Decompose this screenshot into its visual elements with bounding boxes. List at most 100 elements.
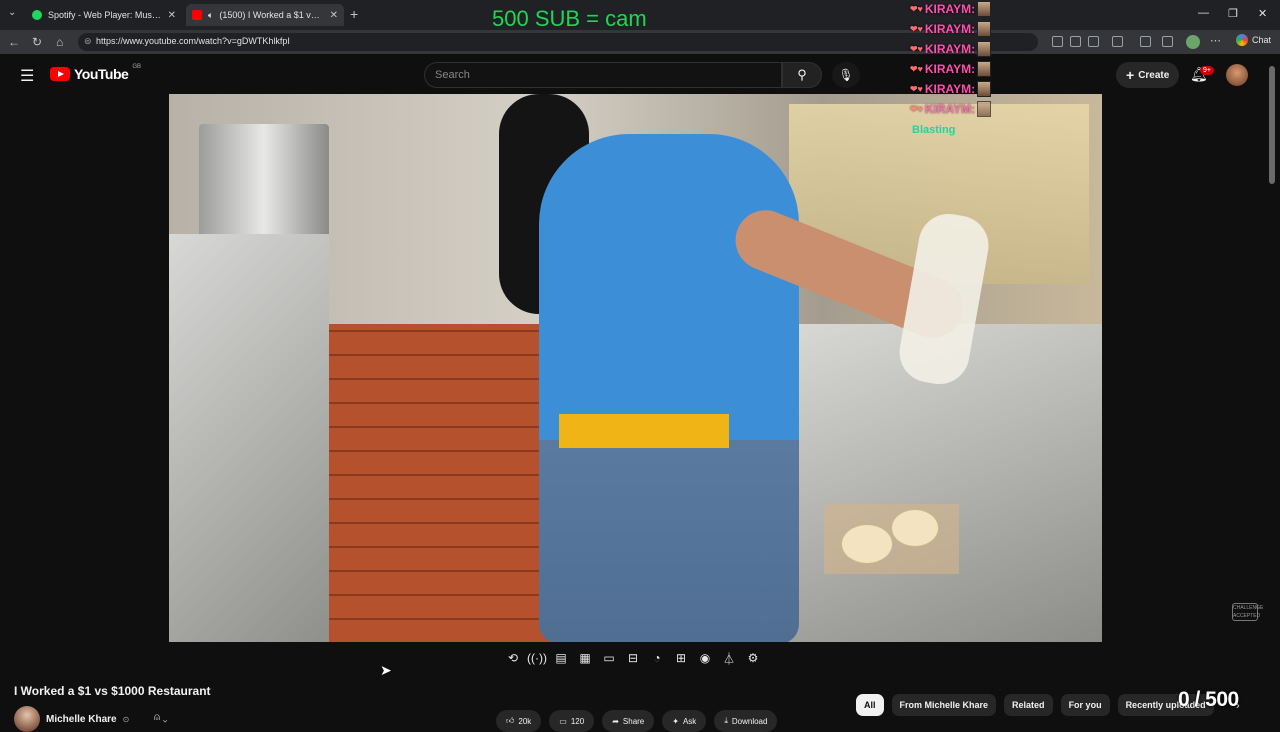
experiment-icon[interactable]: ⏃ [720,648,738,668]
stream-goal-overlay: 500 SUB = cam [492,6,647,31]
youtube-logo[interactable]: YouTube GB [50,64,141,82]
tab-youtube[interactable]: 🔈︎ (1500) I Worked a $1 vs $1000 Resta..… [186,4,344,26]
tab-title: (1500) I Worked a $1 vs $1000 Resta... [219,10,323,20]
extension-icon[interactable] [1052,36,1063,47]
favorites-icon[interactable] [1162,36,1173,47]
create-label: Create [1138,69,1170,81]
subtitles-icon[interactable]: ▤ [552,648,570,668]
search-input[interactable] [435,69,755,81]
browser-toolbar: ← ↻ ⌂ ⊜ https://www.youtube.com/watch?v=… [0,30,1280,54]
more-icon[interactable]: ⋯ [1210,34,1221,47]
new-tab-icon[interactable]: + [350,6,358,22]
emote-icon [977,1,992,17]
search-button[interactable]: ⚲ [782,62,822,88]
channel-avatar[interactable] [14,706,40,732]
share-button[interactable]: ➦ Share [602,710,655,732]
chat-label: Chat [1252,35,1272,45]
screenshot-icon[interactable]: ◉ [696,648,714,668]
audio-icon[interactable]: ((·)) [527,648,547,668]
close-window-icon[interactable]: ✕ [1258,7,1267,20]
share-icon: ➦ [612,716,619,726]
settings-icon[interactable]: ⚙ [744,648,762,668]
speed-icon[interactable]: ◔ [648,648,666,668]
create-button[interactable]: + Create [1116,62,1180,88]
subscription-bell-icon[interactable]: ⍝ ⌄ [154,712,168,723]
chat-username: KIRAYM: [924,22,976,36]
heart-icon: ❤♥ [910,103,923,114]
emote-icon [977,21,992,37]
download-button[interactable]: ⤓ Download [714,710,778,732]
copilot-chat-button[interactable]: Chat [1236,34,1271,46]
chat-username: KIRAYM: [924,62,976,76]
chat-username-green: Blasting [912,124,956,136]
reload-icon[interactable]: ↻ [32,35,42,49]
bookmark-icon[interactable] [1088,36,1099,47]
chat-line: ❤♥ KIRAYM: [910,100,992,118]
chip-from-channel[interactable]: From Michelle Khare [891,694,997,716]
channel-row: Michelle Khare ⊙ [14,706,129,732]
heart-icon: ❤♥ [910,43,923,54]
share-label: Share [622,716,645,726]
search-icon: ⚲ [797,67,807,82]
recommendation-chips: All From Michelle Khare Related For you … [856,694,1214,716]
chat-line: ❤♥ KIRAYM: [910,60,992,78]
extension-icon[interactable] [1070,36,1081,47]
chip-all[interactable]: All [856,694,884,716]
video-title: I Worked a $1 vs $1000 Restaurant [14,684,211,698]
ask-button[interactable]: ✦ Ask [662,710,707,732]
close-tab-icon[interactable]: ✕ [168,10,176,21]
extension-icon[interactable] [1112,36,1123,47]
video-player[interactable] [169,94,1102,642]
ask-label: Ask [682,716,697,726]
voice-search-button[interactable]: 🎙︎ [832,62,860,88]
chat-username: KIRAYM: [924,102,976,116]
chat-line: ❤♥ KIRAYM: [910,40,992,58]
spotify-icon [32,10,42,20]
channel-watermark[interactable]: CHALLENGE ACCEPTED [1232,603,1263,621]
home-icon[interactable]: ⌂ [56,35,63,49]
heart-icon: ❤♥ [910,3,923,14]
back-icon[interactable]: ← [8,35,20,49]
site-info-icon[interactable]: ⊜ [84,36,92,47]
minimize-icon[interactable]: — [1198,7,1209,19]
chat-line: ❤♥ KIRAYM: [910,80,992,98]
chip-related[interactable]: Related [1004,694,1053,716]
miniplayer-icon[interactable]: ⊟ [624,648,642,668]
scrollbar-thumb[interactable] [1269,66,1275,184]
copilot-icon [1236,34,1248,46]
channel-name[interactable]: Michelle Khare [46,714,117,725]
page-scrollbar[interactable] [1268,60,1276,720]
like-icon: 👍︎ [506,716,515,725]
profile-icon[interactable] [1186,35,1200,49]
add-icon[interactable]: ⊞ [672,648,690,668]
subscriber-goal-counter: 0 / 500 [1178,688,1239,711]
heart-icon: ❤♥ [910,63,923,74]
clip-icon[interactable]: ▦ [576,648,594,668]
emote-icon [977,101,992,117]
speaker-icon[interactable]: 🔈︎ [208,10,213,21]
loop-icon[interactable]: ⟲ [504,648,522,668]
extension-icon[interactable] [1140,36,1151,47]
chat-line: ❤♥ KIRAYM: [910,0,992,18]
microphone-icon: 🎙︎ [838,68,854,82]
close-tab-icon[interactable]: ✕ [330,10,338,21]
search-box [424,62,782,88]
chat-username: KIRAYM: [924,2,976,16]
plus-icon: + [1126,67,1135,83]
theater-icon[interactable]: ▭ [600,648,618,668]
comment-icon: ▭ [559,716,567,726]
hamburger-menu-icon[interactable]: ☰ [20,66,34,86]
tab-spotify[interactable]: Spotify - Web Player: Music for ev... ✕ [26,4,182,26]
like-button[interactable]: 👍︎ 20k [496,710,542,732]
like-count: 20k [518,716,532,726]
tab-search-icon[interactable]: ⌄ [8,7,16,18]
address-bar[interactable]: ⊜ https://www.youtube.com/watch?v=gDWTKh… [78,33,1038,51]
restore-icon[interactable]: ❐ [1228,7,1238,20]
chat-username: KIRAYM: [924,42,976,56]
chip-for-you[interactable]: For you [1060,694,1110,716]
account-avatar[interactable] [1226,64,1248,86]
download-icon: ⤓ [724,716,728,725]
ask-icon: ✦ [672,716,679,726]
video-frame-apron-belt [559,414,729,448]
comment-button[interactable]: ▭ 120 [549,710,595,732]
